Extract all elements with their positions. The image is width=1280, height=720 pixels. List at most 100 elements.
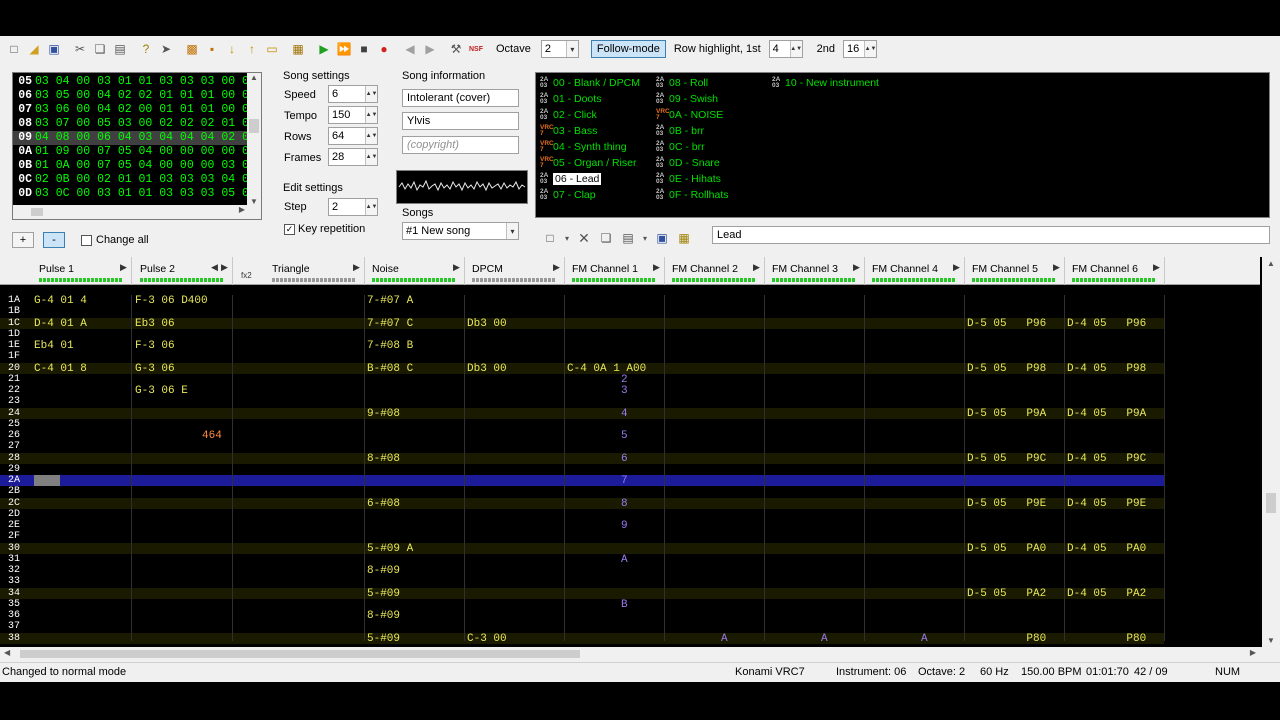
scroll-down-icon[interactable]: ▼ bbox=[1267, 636, 1275, 645]
chevron-right-icon[interactable]: ▶ bbox=[120, 262, 127, 273]
pattern-cell[interactable]: D-5 05 P9E bbox=[967, 498, 1046, 510]
pattern-horizontal-scrollbar[interactable]: ◀ ▶ bbox=[0, 647, 1262, 661]
remove-instrument-icon[interactable]: ✕ bbox=[574, 228, 594, 248]
channel-name[interactable]: FM Channel 3 bbox=[772, 263, 838, 275]
pattern-cell[interactable]: G-3 06 E bbox=[135, 385, 188, 397]
scroll-left-icon[interactable]: ◀ bbox=[4, 648, 10, 657]
chevron-right-icon[interactable]: ▶ bbox=[1153, 262, 1160, 273]
record-icon[interactable]: ● bbox=[374, 39, 394, 59]
speed-input[interactable]: 6 ▲▼ bbox=[328, 85, 378, 103]
pattern-cell[interactable]: D-5 05 P9A bbox=[967, 408, 1046, 420]
play-icon[interactable]: ▶ bbox=[314, 39, 334, 59]
row-highlight-2nd-input[interactable]: 16 ▲▼ bbox=[843, 40, 878, 58]
remove-frame-button[interactable]: - bbox=[43, 232, 65, 248]
scroll-right-icon[interactable]: ▶ bbox=[239, 205, 245, 214]
pattern-cell[interactable]: 6 bbox=[621, 453, 628, 465]
frame-patterns[interactable]: 03 0C 00 03 01 01 03 03 03 05 00 bbox=[35, 187, 256, 201]
pattern-row[interactable]: 2B bbox=[0, 486, 1164, 497]
pattern-cell[interactable]: 8-#09 bbox=[367, 610, 400, 622]
follow-mode-button[interactable]: Follow-mode bbox=[590, 40, 666, 58]
pattern-cell[interactable]: 8 bbox=[621, 498, 628, 510]
pattern-cell[interactable]: D-4 05 P9E bbox=[1067, 498, 1146, 510]
pattern-row[interactable]: 2E bbox=[0, 520, 1164, 531]
frame-patterns[interactable]: 01 0A 00 07 05 04 00 00 00 03 03 bbox=[35, 159, 256, 173]
frame-patterns[interactable]: 01 09 00 07 05 04 00 00 00 00 00 bbox=[35, 145, 256, 159]
insert-frame-icon[interactable]: ▩ bbox=[182, 39, 202, 59]
tempo-input[interactable]: 150 ▲▼ bbox=[328, 106, 378, 124]
previous-song-icon[interactable]: ◀ bbox=[400, 39, 420, 59]
channel-name[interactable]: DPCM bbox=[472, 263, 503, 275]
pattern-cell[interactable]: 8-#09 bbox=[367, 565, 400, 577]
channel-name[interactable]: Pulse 1 bbox=[39, 263, 74, 275]
pattern-row[interactable]: 35 bbox=[0, 599, 1164, 610]
pattern-cell[interactable]: G-4 01 4 bbox=[34, 295, 87, 307]
pattern-row[interactable]: 21 bbox=[0, 374, 1164, 385]
pattern-row[interactable]: 31 bbox=[0, 554, 1164, 565]
song-select[interactable]: #1 New song ▾ bbox=[402, 222, 519, 240]
copyright-field[interactable]: (copyright) bbox=[402, 136, 519, 154]
instrument-item[interactable]: 2A 03 06 - Lead bbox=[540, 171, 602, 186]
frame-row[interactable]: 0B 01 0A 00 07 05 04 00 00 00 03 03 bbox=[13, 159, 256, 173]
chevron-right-icon[interactable]: ▶ bbox=[853, 262, 860, 273]
load-instrument-icon[interactable]: ▤ bbox=[618, 228, 638, 248]
frame-patterns[interactable]: 03 07 00 05 03 00 02 02 02 01 01 bbox=[35, 117, 256, 131]
key-repetition-checkbox[interactable]: ✓ Key repetition bbox=[284, 223, 365, 235]
channel-name[interactable]: FM Channel 1 bbox=[572, 263, 638, 275]
pattern-cell[interactable]: D-4 05 P98 bbox=[1067, 363, 1146, 375]
pattern-cell[interactable]: 7-#07 A bbox=[367, 295, 413, 307]
pattern-cell[interactable]: 5-#09 A bbox=[367, 543, 413, 555]
instrument-item[interactable]: 2A 03 0F - Rollhats bbox=[656, 187, 729, 202]
instrument-item[interactable]: 2A 03 02 - Click bbox=[540, 107, 597, 122]
pattern-cell[interactable]: D-5 05 P98 bbox=[967, 363, 1046, 375]
checkmark-icon[interactable]: ✓ bbox=[284, 223, 295, 235]
frame-row[interactable]: 05 03 04 00 03 01 01 03 03 03 00 00 bbox=[13, 75, 256, 89]
chevron-right-icon[interactable]: ▶ bbox=[353, 262, 360, 273]
pattern-cell[interactable]: D-4 05 PA0 bbox=[1067, 543, 1146, 555]
instrument-item[interactable]: VRC 7 0A - NOISE bbox=[656, 107, 723, 122]
spin-arrows-icon[interactable]: ▲▼ bbox=[365, 128, 377, 144]
pattern-cell[interactable]: 7 bbox=[621, 475, 628, 487]
pattern-cell[interactable]: Db3 00 bbox=[467, 363, 507, 375]
pattern-cell[interactable]: C-3 00 bbox=[467, 633, 507, 645]
frame-patterns[interactable]: 03 05 00 04 02 02 01 01 01 00 00 bbox=[35, 89, 256, 103]
cut-icon[interactable]: ✂ bbox=[70, 39, 90, 59]
pattern-cell[interactable]: G-3 06 bbox=[135, 363, 175, 375]
pattern-cell[interactable]: 5-#09 bbox=[367, 588, 400, 600]
frame-row[interactable]: 0D 03 0C 00 03 01 01 03 03 03 05 00 bbox=[13, 187, 256, 201]
instrument-item[interactable]: 2A 03 08 - Roll bbox=[656, 75, 708, 90]
pattern-cell[interactable]: 2 bbox=[621, 374, 628, 386]
about-icon[interactable]: ? bbox=[136, 39, 156, 59]
pattern-cell[interactable]: 3 bbox=[621, 385, 628, 397]
octave-select[interactable]: 2 ▾ bbox=[540, 40, 579, 58]
instrument-item[interactable]: 2A 03 0E - Hihats bbox=[656, 171, 721, 186]
copy-icon[interactable]: ❏ bbox=[90, 39, 110, 59]
pattern-cell[interactable]: 9-#08 bbox=[367, 408, 400, 420]
scroll-right-icon[interactable]: ▶ bbox=[1250, 648, 1256, 657]
pattern-cell[interactable]: D-5 05 P9C bbox=[967, 453, 1046, 465]
checkbox-icon[interactable] bbox=[81, 234, 92, 246]
scroll-up-icon[interactable]: ▲ bbox=[1267, 259, 1275, 268]
pattern-row[interactable]: 1B bbox=[0, 306, 1164, 317]
pattern-cell[interactable]: 5-#09 bbox=[367, 633, 400, 645]
add-frame-button[interactable]: + bbox=[12, 232, 34, 248]
scrollbar-thumb[interactable] bbox=[1266, 493, 1276, 513]
new-instrument-icon[interactable]: □ bbox=[540, 228, 560, 248]
channel-name[interactable]: Triangle bbox=[272, 263, 310, 275]
instrument-item[interactable]: VRC 7 04 - Synth thing bbox=[540, 139, 627, 154]
channel-name[interactable]: FM Channel 4 bbox=[872, 263, 938, 275]
row-highlight-1st-input[interactable]: 4 ▲▼ bbox=[768, 40, 803, 58]
settings-icon[interactable]: ⚒ bbox=[446, 39, 466, 59]
spin-arrows-icon[interactable]: ▲▼ bbox=[365, 107, 377, 123]
pattern-grid[interactable]: 1A 1B 1C 1D 1E 1F 20 21 22 23 24 25 26 27 28 29 2A 2B 2C 2D… bbox=[0, 295, 1165, 645]
pattern-cell[interactable]: F-3 06 bbox=[135, 340, 175, 352]
chevron-right-icon[interactable]: ▶ bbox=[553, 262, 560, 273]
chevron-right-icon[interactable]: ▶ bbox=[453, 262, 460, 273]
pattern-row[interactable]: 27 bbox=[0, 441, 1164, 452]
pattern-cell[interactable]: A bbox=[821, 633, 828, 645]
frame-list-vertical-scrollbar[interactable]: ▲ ▼ bbox=[247, 73, 261, 206]
instrument-name-field[interactable]: Lead bbox=[712, 226, 1270, 244]
frame-row[interactable]: 06 03 05 00 04 02 02 01 01 01 00 00 bbox=[13, 89, 256, 103]
pattern-cell[interactable]: P80 bbox=[1067, 633, 1146, 645]
frame-patterns[interactable]: 02 0B 00 02 01 01 03 03 03 04 00 bbox=[35, 173, 256, 187]
pattern-row[interactable]: 23 bbox=[0, 396, 1164, 407]
